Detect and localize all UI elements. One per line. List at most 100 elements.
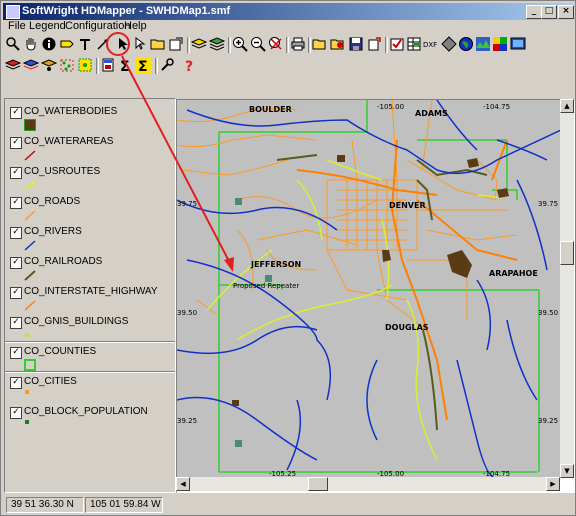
- layer-checkbox[interactable]: ✓: [10, 167, 22, 179]
- layer-points-icon[interactable]: [41, 57, 57, 73]
- scroll-down-icon[interactable]: ▼: [560, 464, 574, 478]
- lon-label-top-1: -105.00: [377, 103, 404, 111]
- place-label-adams: ADAMS: [415, 109, 448, 118]
- layer-checkbox[interactable]: ✓: [10, 287, 22, 299]
- place-label-jefferson: JEFFERSON: [250, 260, 301, 269]
- lat-label-left-3: 39.25: [177, 417, 197, 425]
- layer-checkbox[interactable]: ✓: [10, 347, 22, 359]
- legend-item-co-waterbodies[interactable]: ✓ CO_WATERBODIES: [5, 103, 175, 133]
- dxf-export-icon[interactable]: DXF: [423, 36, 439, 52]
- close-button[interactable]: ×: [558, 5, 574, 19]
- folder-open-icon[interactable]: [150, 36, 166, 52]
- menu-configuration[interactable]: Configuration: [65, 20, 130, 32]
- scroll-left-icon[interactable]: ◀: [176, 477, 190, 491]
- legend-item-co-usroutes[interactable]: ✓ CO_USROUTES: [5, 163, 175, 193]
- sum-highlight-icon[interactable]: Σ: [136, 57, 152, 73]
- display-icon[interactable]: [510, 36, 526, 52]
- lat-label-left-1: 39.75: [177, 200, 197, 208]
- sum-icon[interactable]: Σ: [118, 57, 134, 73]
- lat-label-left-2: 39.50: [177, 309, 197, 317]
- layer-checkbox[interactable]: ✓: [10, 257, 22, 269]
- legend-item-co-railroads[interactable]: ✓ CO_RAILROADS: [5, 253, 175, 283]
- toolbar-main: DXF: [3, 35, 573, 55]
- table-edit-icon[interactable]: [406, 36, 422, 52]
- open-file-icon[interactable]: [312, 36, 328, 52]
- layer-label: CO_GNIS_BUILDINGS: [24, 316, 129, 327]
- pan-hand-icon[interactable]: [23, 36, 39, 52]
- waterbody-swatch-icon: [24, 119, 36, 131]
- region-select-icon[interactable]: [77, 57, 93, 73]
- layer-label: CO_RAILROADS: [24, 256, 103, 267]
- help-icon[interactable]: ?: [182, 57, 198, 73]
- legend-item-co-gnis-buildings[interactable]: ✓ CO_GNIS_BUILDINGS: [5, 313, 175, 343]
- vertical-scroll-thumb[interactable]: [560, 241, 574, 265]
- grid-color-icon[interactable]: [492, 36, 508, 52]
- zoom-extent-icon[interactable]: [268, 36, 284, 52]
- diamond-icon[interactable]: [441, 36, 457, 52]
- legend-item-co-waterareas[interactable]: ✓ CO_WATERAREAS: [5, 133, 175, 163]
- layers-icon[interactable]: [209, 36, 225, 52]
- legend-item-co-counties[interactable]: ✓ CO_COUNTIES: [5, 343, 175, 373]
- menu-file[interactable]: File: [8, 20, 26, 32]
- scatter-points-icon[interactable]: [59, 57, 75, 73]
- svg-text:DXF: DXF: [423, 41, 437, 49]
- horizontal-scroll-thumb[interactable]: [308, 477, 328, 491]
- text-icon[interactable]: [77, 36, 93, 52]
- pointer-select-icon[interactable]: [114, 36, 130, 52]
- place-label-boulder: BOULDER: [249, 105, 292, 114]
- layer-checkbox[interactable]: ✓: [10, 227, 22, 239]
- tools-wrench-icon[interactable]: [159, 57, 175, 73]
- scroll-right-icon[interactable]: ▶: [546, 477, 560, 491]
- line-symbol-icon: [24, 240, 36, 251]
- terrain-icon[interactable]: [475, 36, 491, 52]
- zoom-out-icon[interactable]: [250, 36, 266, 52]
- layers-add-icon[interactable]: [191, 36, 207, 52]
- layer-checkbox[interactable]: ✓: [10, 317, 22, 329]
- legend-panel: ✓ CO_WATERBODIES ✓ CO_WATERAREAS ✓ CO_US…: [4, 98, 176, 493]
- zoom-icon[interactable]: [5, 36, 21, 52]
- app-icon: [6, 5, 20, 19]
- minimize-button[interactable]: _: [526, 5, 542, 19]
- horizontal-scrollbar[interactable]: ◀ ▶: [176, 477, 560, 491]
- open-map-icon[interactable]: [330, 36, 346, 52]
- layer-checkbox[interactable]: ✓: [10, 377, 22, 389]
- layer-red-icon[interactable]: [5, 57, 21, 73]
- measure-line-icon[interactable]: [95, 36, 111, 52]
- map-canvas[interactable]: BOULDER ADAMS DENVER JEFFERSON ARAPAHOE …: [177, 100, 561, 478]
- layer-checkbox[interactable]: ✓: [10, 197, 22, 209]
- legend-item-co-block-population[interactable]: ✓ CO_BLOCK_POPULATION: [5, 403, 175, 433]
- maximize-button[interactable]: □: [541, 5, 557, 19]
- check-properties-icon[interactable]: [389, 36, 405, 52]
- lat-label-right-2: 39.50: [538, 309, 558, 317]
- export-icon[interactable]: [168, 36, 184, 52]
- point-symbol-icon: [25, 333, 29, 337]
- legend-item-co-interstate-highway[interactable]: ✓ CO_INTERSTATE_HIGHWAY: [5, 283, 175, 313]
- point-symbol-icon: [25, 390, 29, 394]
- legend-item-co-roads[interactable]: ✓ CO_ROADS: [5, 193, 175, 223]
- legend-item-co-rivers[interactable]: ✓ CO_RIVERS: [5, 223, 175, 253]
- map-panel[interactable]: BOULDER ADAMS DENVER JEFFERSON ARAPAHOE …: [176, 99, 575, 493]
- new-document-icon[interactable]: [366, 36, 382, 52]
- legend-item-co-cities[interactable]: ✓ CO_CITIES: [5, 373, 175, 403]
- calculator-icon[interactable]: [100, 57, 116, 73]
- layer-label: CO_CITIES: [24, 376, 77, 387]
- layer-blue-icon[interactable]: [23, 57, 39, 73]
- layer-checkbox[interactable]: ✓: [10, 107, 22, 119]
- select-pointer-alt-icon[interactable]: [132, 36, 148, 52]
- scroll-up-icon[interactable]: ▲: [560, 99, 574, 113]
- layer-checkbox[interactable]: ✓: [10, 137, 22, 149]
- point-symbol-icon: [25, 420, 29, 424]
- layer-label: CO_COUNTIES: [24, 346, 97, 357]
- layer-checkbox[interactable]: ✓: [10, 407, 22, 419]
- zoom-in-icon[interactable]: [232, 36, 248, 52]
- print-icon[interactable]: [290, 36, 306, 52]
- save-icon[interactable]: [348, 36, 364, 52]
- vertical-scrollbar[interactable]: ▲ ▼: [560, 99, 574, 478]
- menu-help[interactable]: Help: [124, 20, 147, 32]
- label-tag-icon[interactable]: [59, 36, 75, 52]
- status-bar: 39 51 36.30 N 105 01 59.84 W: [3, 495, 573, 513]
- info-icon[interactable]: [41, 36, 57, 52]
- globe-icon[interactable]: [458, 36, 474, 52]
- place-label-douglas: DOUGLAS: [385, 323, 429, 332]
- menu-legend[interactable]: Legend: [29, 20, 66, 32]
